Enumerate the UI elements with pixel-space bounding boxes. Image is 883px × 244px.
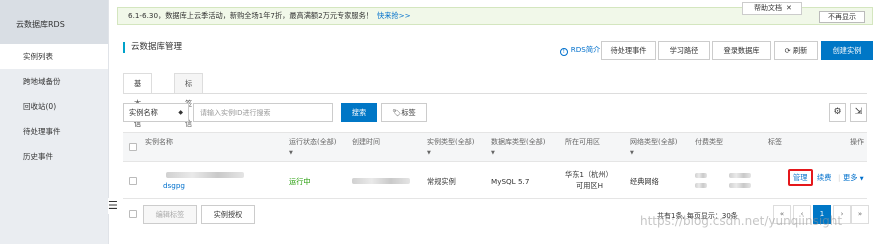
status-running: 运行中 — [289, 177, 311, 186]
col-billing: 付费类型 — [695, 138, 723, 146]
search-field-value: 实例名称 — [129, 108, 158, 117]
refresh-label: 刷新 — [792, 46, 808, 55]
caret-down-icon: ▼ — [491, 150, 495, 156]
promo-text: 6.1-6.30，数据库上云季活动，新购全场1年7折，最高满额2万元专家服务！ — [128, 11, 373, 20]
col-zone: 所在可用区 — [565, 138, 600, 146]
caret-down-icon: ▼ — [859, 176, 864, 182]
caret-down-icon: ▼ — [289, 150, 293, 156]
tag-filter-button[interactable]: 🏷标签 — [381, 103, 427, 122]
close-icon[interactable]: ✕ — [786, 4, 792, 12]
search-button[interactable]: 搜索 — [341, 103, 377, 122]
table-row: dsgpg 运行中 常规实例 MySQL 5.7 华东1（杭州） 可用区H 经典… — [123, 163, 867, 199]
col-network[interactable]: 网络类型(全部) ▼ — [630, 138, 677, 158]
tab-divider — [123, 93, 867, 94]
page-title: 云数据库管理 — [123, 42, 182, 53]
hide-notice-button[interactable]: 不再显示 — [819, 11, 865, 23]
learning-path-button[interactable]: 学习路径 — [658, 41, 710, 60]
blurred-billing-1 — [695, 173, 707, 178]
col-actions: 操作 — [850, 138, 864, 146]
col-status-label: 运行状态(全部) — [289, 138, 337, 146]
export-icon[interactable]: ⇲ — [850, 103, 867, 122]
more-label: 更多 — [843, 173, 858, 182]
sidebar-collapse-icon[interactable]: ☰ — [108, 198, 118, 214]
sidebar-item-recycle-bin[interactable]: 回收站(0) — [0, 94, 108, 119]
instance-type-value: 常规实例 — [427, 177, 456, 186]
last-page-button[interactable]: » — [851, 205, 869, 224]
zone-line1: 华东1（杭州） — [565, 170, 613, 179]
tab-tag-info[interactable]: 标签信息 — [174, 73, 204, 148]
blurred-billing-4 — [729, 183, 751, 188]
select-all-checkbox[interactable] — [129, 143, 137, 151]
sidebar: 云数据库RDS 实例列表 跨地域备份 回收站(0) 待处理事件 历史事件 — [0, 0, 109, 244]
col-tags: 标签 — [768, 138, 782, 146]
main-content: 6.1-6.30，数据库上云季活动，新购全场1年7折，最高满额2万元专家服务！ 快… — [117, 0, 883, 244]
refresh-icon: ⟳ — [784, 46, 791, 55]
search-toolbar: 实例名称 ◆ 搜索 🏷标签 ⚙ ⇲ — [123, 103, 867, 124]
sidebar-title: 云数据库RDS — [0, 0, 108, 44]
caret-down-icon: ▼ — [630, 150, 634, 156]
zone-line2: 可用区H — [576, 181, 603, 190]
col-db-type-label: 数据库类型(全部) — [491, 138, 546, 146]
sidebar-item-instance-list[interactable]: 实例列表 — [0, 44, 108, 69]
col-status[interactable]: 运行状态(全部) ▼ — [289, 138, 336, 158]
col-created-time: 创建时间 — [352, 138, 380, 146]
sidebar-item-pending-events[interactable]: 待处理事件 — [0, 119, 108, 144]
sidebar-item-history-events[interactable]: 历史事件 — [0, 144, 108, 169]
table-header: 实例名称 运行状态(全部) ▼ 创建时间 实例类型(全部) ▼ 数据库类型(全部) ▼… — [123, 132, 867, 162]
network-value: 经典网络 — [630, 177, 659, 186]
sidebar-item-cross-region-backup[interactable]: 跨地域备份 — [0, 69, 108, 94]
blurred-created-time — [352, 178, 410, 184]
instance-name-link[interactable]: dsgpg — [163, 181, 185, 190]
col-instance-name: 实例名称 — [145, 138, 173, 146]
info-icon: ! — [559, 48, 568, 56]
page-header: 云数据库管理 ! RDS简介 待处理事件 学习路径 登录数据库 ⟳ 刷新 创建实例 — [117, 32, 873, 64]
caret-down-icon: ▼ — [427, 150, 431, 156]
settings-gear-icon[interactable]: ⚙ — [829, 103, 846, 122]
tab-basic-info[interactable]: 基本信息 — [123, 73, 153, 148]
more-dropdown[interactable]: 更多 ▼ — [843, 173, 864, 184]
col-db-type[interactable]: 数据库类型(全部) ▼ — [491, 138, 545, 158]
help-doc-label: 帮助文档 — [754, 4, 782, 12]
chevron-updown-icon: ◆ — [178, 109, 183, 116]
renew-link[interactable]: 续费 — [817, 173, 831, 182]
blurred-billing-3 — [695, 183, 707, 188]
blurred-billing-2 — [729, 173, 751, 178]
action-separator: | — [838, 173, 841, 182]
tag-icon: 🏷 — [392, 108, 402, 117]
row-checkbox[interactable] — [129, 177, 137, 185]
col-network-label: 网络类型(全部) — [630, 138, 678, 146]
col-instance-type-label: 实例类型(全部) — [427, 138, 475, 146]
blurred-instance-id — [166, 172, 244, 178]
watermark-text: https://blog.csdn.net/yunqiinsight — [640, 214, 843, 228]
footer-select-all-checkbox[interactable] — [129, 210, 137, 218]
create-instance-button[interactable]: 创建实例 — [821, 41, 873, 60]
promo-link[interactable]: 快来抢>> — [377, 11, 411, 20]
help-doc-tooltip[interactable]: 帮助文档 ✕ — [742, 2, 802, 15]
db-type-value: MySQL 5.7 — [491, 177, 530, 186]
tag-filter-label: 标签 — [401, 108, 416, 117]
search-input[interactable] — [193, 103, 333, 122]
edit-tags-button[interactable]: 编辑标签 — [143, 205, 197, 224]
refresh-button[interactable]: ⟳ 刷新 — [774, 41, 818, 60]
manage-link[interactable]: 管理 — [793, 173, 807, 182]
col-instance-type[interactable]: 实例类型(全部) ▼ — [427, 138, 474, 158]
search-field-select[interactable]: 实例名称 ◆ — [123, 103, 189, 122]
rds-intro-link[interactable]: ! RDS简介 — [554, 41, 606, 60]
login-db-button[interactable]: 登录数据库 — [712, 41, 771, 60]
instance-auth-button[interactable]: 实例授权 — [201, 205, 255, 224]
rds-intro-label: RDS简介 — [570, 45, 601, 54]
pending-events-button[interactable]: 待处理事件 — [601, 41, 656, 60]
